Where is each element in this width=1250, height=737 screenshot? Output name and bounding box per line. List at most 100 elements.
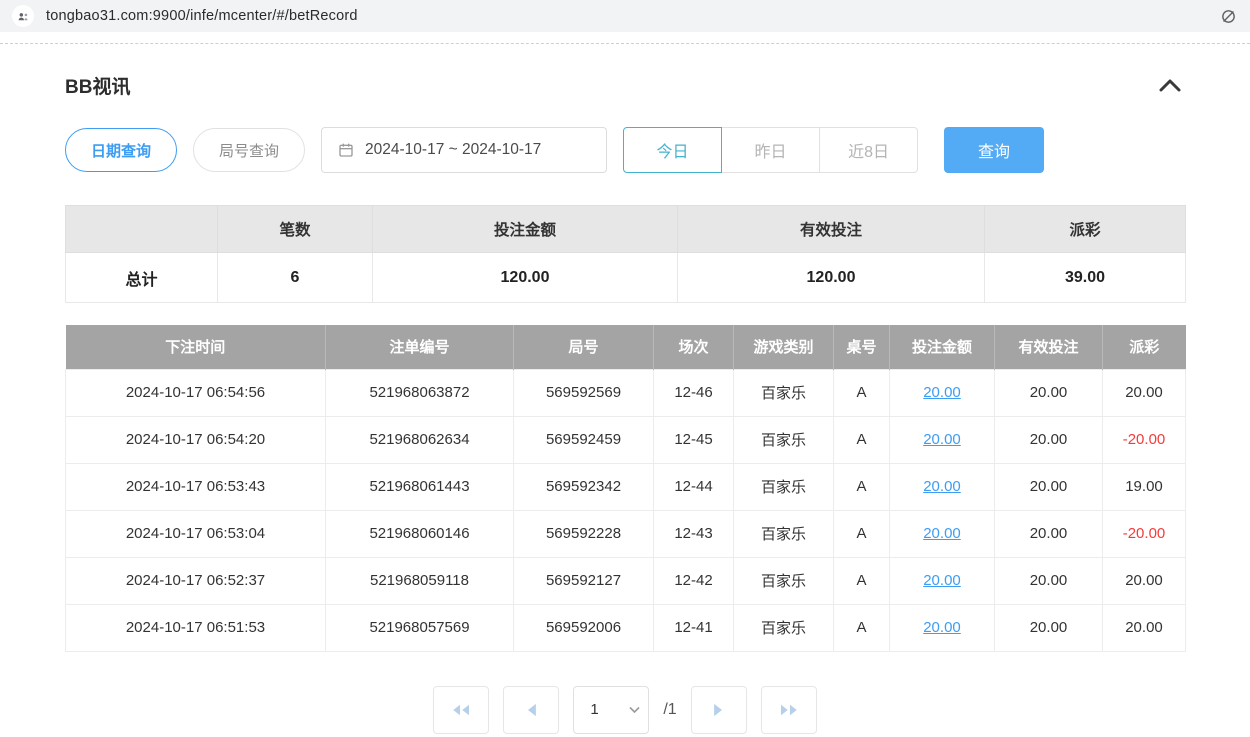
summary-value: 39.00: [985, 253, 1186, 303]
bet-time: 2024-10-17 06:51:53: [66, 604, 326, 651]
bet-records-table: 下注时间注单编号局号场次游戏类别桌号投注金额有效投注派彩 2024-10-17 …: [65, 325, 1186, 652]
bet-amount-link[interactable]: 20.00: [923, 525, 961, 542]
table-row: 2024-10-17 06:53:43521968061443569592342…: [66, 463, 1186, 510]
page-select[interactable]: 1: [573, 686, 649, 734]
round-number: 569592569: [514, 369, 654, 416]
table-row: 2024-10-17 06:54:56521968063872569592569…: [66, 369, 1186, 416]
records-header-cell: 场次: [654, 325, 734, 369]
round-number: 569592127: [514, 557, 654, 604]
summary-header-cell: 有效投注: [678, 206, 985, 253]
date-range-value: 2024-10-17 ~ 2024-10-17: [365, 141, 541, 159]
summary-value: 120.00: [373, 253, 678, 303]
main-content: BB视讯 日期查询 局号查询 2024-10-17 ~ 2024-10-17 今…: [0, 44, 1250, 734]
table-number: A: [834, 463, 890, 510]
records-header-cell: 桌号: [834, 325, 890, 369]
session: 12-45: [654, 416, 734, 463]
summary-table: 笔数投注金额有效投注派彩 总计6120.00120.0039.00: [65, 205, 1186, 303]
table-row: 2024-10-17 06:51:53521968057569569592006…: [66, 604, 1186, 651]
records-header-cell: 下注时间: [66, 325, 326, 369]
quick-date-group: 今日 昨日 近8日: [623, 127, 918, 173]
bet-time: 2024-10-17 06:52:37: [66, 557, 326, 604]
table-number: A: [834, 604, 890, 651]
records-header-cell: 有效投注: [995, 325, 1103, 369]
bet-amount-link[interactable]: 20.00: [923, 384, 961, 401]
round-number: 569592228: [514, 510, 654, 557]
records-header-row: 下注时间注单编号局号场次游戏类别桌号投注金额有效投注派彩: [66, 325, 1186, 369]
records-header-cell: 派彩: [1103, 325, 1186, 369]
round-query-button[interactable]: 局号查询: [193, 128, 305, 172]
date-query-button[interactable]: 日期查询: [65, 128, 177, 172]
bet-amount-link[interactable]: 20.00: [923, 478, 961, 495]
filter-toolbar: 日期查询 局号查询 2024-10-17 ~ 2024-10-17 今日 昨日 …: [65, 127, 1185, 173]
summary-header-cell: [66, 206, 218, 253]
bet-id: 521968057569: [326, 604, 514, 651]
browser-address-bar: tongbao31.com:9900/infe/mcenter/#/betRec…: [0, 0, 1250, 32]
table-row: 2024-10-17 06:53:04521968060146569592228…: [66, 510, 1186, 557]
page-total: /1: [663, 701, 676, 719]
valid-bet: 20.00: [995, 416, 1103, 463]
bet-amount-cell: 20.00: [890, 557, 995, 604]
bet-id: 521968059118: [326, 557, 514, 604]
bet-amount-link[interactable]: 20.00: [923, 431, 961, 448]
bet-amount-link[interactable]: 20.00: [923, 572, 961, 589]
section-header: BB视讯: [65, 72, 1185, 99]
records-header-cell: 局号: [514, 325, 654, 369]
bet-time: 2024-10-17 06:53:04: [66, 510, 326, 557]
bet-id: 521968063872: [326, 369, 514, 416]
summary-header-cell: 投注金额: [373, 206, 678, 253]
search-button[interactable]: 查询: [944, 127, 1044, 173]
bet-time: 2024-10-17 06:54:20: [66, 416, 326, 463]
table-number: A: [834, 369, 890, 416]
collapse-chevron-icon[interactable]: [1155, 75, 1185, 96]
round-number: 569592459: [514, 416, 654, 463]
session: 12-43: [654, 510, 734, 557]
table-number: A: [834, 510, 890, 557]
valid-bet: 20.00: [995, 510, 1103, 557]
bet-amount-cell: 20.00: [890, 369, 995, 416]
session: 12-46: [654, 369, 734, 416]
quick-today-button[interactable]: 今日: [623, 127, 722, 173]
game-type: 百家乐: [734, 416, 834, 463]
game-type: 百家乐: [734, 510, 834, 557]
table-number: A: [834, 416, 890, 463]
visibility-icon[interactable]: [1218, 6, 1238, 26]
bet-time: 2024-10-17 06:53:43: [66, 463, 326, 510]
bet-amount-cell: 20.00: [890, 604, 995, 651]
pagination: 1 /1: [65, 686, 1185, 734]
quick-last8days-button[interactable]: 近8日: [819, 127, 918, 173]
records-header-cell: 投注金额: [890, 325, 995, 369]
records-header-cell: 游戏类别: [734, 325, 834, 369]
session: 12-44: [654, 463, 734, 510]
bet-amount-cell: 20.00: [890, 510, 995, 557]
next-page-button[interactable]: [691, 686, 747, 734]
valid-bet: 20.00: [995, 463, 1103, 510]
quick-yesterday-button[interactable]: 昨日: [721, 127, 820, 173]
bet-id: 521968061443: [326, 463, 514, 510]
round-number: 569592342: [514, 463, 654, 510]
last-page-button[interactable]: [761, 686, 817, 734]
valid-bet: 20.00: [995, 557, 1103, 604]
calendar-icon: [338, 142, 354, 158]
payout: -20.00: [1103, 510, 1186, 557]
session: 12-41: [654, 604, 734, 651]
page: tongbao31.com:9900/infe/mcenter/#/betRec…: [0, 0, 1250, 737]
site-profile-icon[interactable]: [12, 5, 34, 27]
round-number: 569592006: [514, 604, 654, 651]
bet-amount-cell: 20.00: [890, 463, 995, 510]
game-type: 百家乐: [734, 463, 834, 510]
summary-total-row: 总计6120.00120.0039.00: [66, 253, 1186, 303]
payout: 19.00: [1103, 463, 1186, 510]
session: 12-42: [654, 557, 734, 604]
summary-header-row: 笔数投注金额有效投注派彩: [66, 206, 1186, 253]
date-range-input[interactable]: 2024-10-17 ~ 2024-10-17: [321, 127, 607, 173]
first-page-button[interactable]: [433, 686, 489, 734]
records-body: 2024-10-17 06:54:56521968063872569592569…: [66, 369, 1186, 651]
valid-bet: 20.00: [995, 604, 1103, 651]
url-text[interactable]: tongbao31.com:9900/infe/mcenter/#/betRec…: [46, 8, 1206, 24]
page-title: BB视讯: [65, 72, 130, 99]
game-type: 百家乐: [734, 557, 834, 604]
bet-amount-link[interactable]: 20.00: [923, 619, 961, 636]
payout: 20.00: [1103, 557, 1186, 604]
prev-page-button[interactable]: [503, 686, 559, 734]
records-header-cell: 注单编号: [326, 325, 514, 369]
